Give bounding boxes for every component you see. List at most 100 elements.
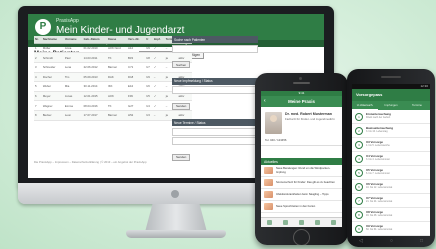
news-title: Neue Beratungen: Rund um die Windpocken-… xyxy=(276,167,331,174)
step-number-icon: 3 xyxy=(355,140,363,149)
tab-vaccinations[interactable]: Impfungen xyxy=(378,101,404,110)
apple-logo-icon xyxy=(171,190,179,198)
table-row[interactable]: 5WeberMia30.11.2014IKKE44U6✓–aktiv xyxy=(34,81,192,92)
table-cell: ✓ xyxy=(152,91,165,102)
table-row[interactable]: 3SchneiderLena22.06.2012BarmerC71U7✓–akt… xyxy=(34,62,192,73)
android-app-bar: Vorsorgepass xyxy=(352,89,430,101)
tab-appointments[interactable]: Termine xyxy=(404,101,430,110)
table-row[interactable]: 6 Meyer Jonas 12.01.2015 AOK F09 U5 ✓ ja aktiv xyxy=(34,91,192,102)
table-cell: D18 xyxy=(127,72,146,83)
checkup-item[interactable]: 3 U3 Vorsorge 4. bis 5. Lebenswoche xyxy=(352,138,430,152)
table-cell: 30.11.2014 xyxy=(82,81,107,92)
table-cell: Weber xyxy=(41,81,64,92)
appointments-box: Neue Termine / Status Senden xyxy=(172,119,258,163)
step-text: U4 Vorsorge 3. bis 4. Lebensmonat xyxy=(366,154,390,161)
column-header[interactable]: Geb.-Datum xyxy=(82,36,107,44)
app-logo: P xyxy=(35,19,51,35)
footer-text: Die PraxisApp – Impressum – Datenschutze… xyxy=(34,160,147,164)
checkup-item[interactable]: 7 U7 Vorsorge 21. bis 24. Lebensmonat xyxy=(352,194,430,208)
checkup-item[interactable]: 2 Basisuntersuchung 3. bis 10. Lebenstag xyxy=(352,124,430,138)
tab-home-icon[interactable] xyxy=(266,220,272,225)
home-button[interactable] xyxy=(293,229,310,245)
checkup-item[interactable]: 5 U5 Vorsorge 6. bis 7. Lebensmonat xyxy=(352,166,430,180)
search-button[interactable]: Suchen xyxy=(172,61,191,68)
column-header[interactable]: Vorname xyxy=(63,36,83,44)
app-title: Mein Kinder- und Jugendarzt xyxy=(56,25,185,36)
appointments-select[interactable] xyxy=(172,137,258,145)
recent-key-icon[interactable]: □ xyxy=(420,238,423,244)
table-cell: 12.01.2015 xyxy=(82,91,107,102)
table-cell: Lena xyxy=(63,62,83,73)
table-row[interactable]: 8 Becker Leon 17.07.2017 Barmer H52 U3– ja aktiv xyxy=(34,110,192,121)
column-header[interactable]: Nachname xyxy=(41,36,64,44)
step-description: 4. bis 5. Lebenswoche xyxy=(366,143,390,147)
table-cell: Becker xyxy=(41,110,64,121)
table-cell: Barmer xyxy=(106,62,128,73)
doctor-card[interactable]: Dr. med. Robert Musterman Facharzt für K… xyxy=(261,107,342,146)
table-cell: Fischer xyxy=(41,72,64,83)
monitor-foot xyxy=(126,230,226,238)
table-cell: U6 xyxy=(145,81,153,92)
tab-info-icon[interactable] xyxy=(315,220,321,225)
checkup-item[interactable]: 9 U9 Vorsorge 60. bis 64. Lebensmonat xyxy=(352,222,430,236)
column-header[interactable]: Vers.-Nr. xyxy=(127,36,146,44)
news-item[interactable]: Neue Beratungen: Rund um die Windpocken-… xyxy=(261,165,342,177)
table-cell: ✓ xyxy=(152,81,165,92)
step-description: 60. bis 64. Lebensmonat xyxy=(366,227,393,231)
step-description: 3. bis 10. Lebenstag xyxy=(366,129,388,133)
doctor-phone[interactable]: Tel. 040 / 123456 xyxy=(265,138,286,142)
step-description: 10. bis 12. Lebensmonat xyxy=(366,185,393,189)
checkup-item[interactable]: 1 Erstuntersuchung Direkt nach der Geburt xyxy=(352,110,430,124)
iphone-nav-title: Meine Praxis xyxy=(288,99,315,104)
checkup-item[interactable]: 6 U6 Vorsorge 10. bis 12. Lebensmonat xyxy=(352,180,430,194)
step-description: 3. bis 4. Lebensmonat xyxy=(366,157,390,161)
speaker xyxy=(381,76,401,78)
back-icon[interactable]: ‹ xyxy=(264,96,266,107)
back-key-icon[interactable]: ◁ xyxy=(359,238,363,244)
news-thumbnail xyxy=(264,191,273,198)
news-item[interactable]: Neue Sprechzeiten in den Ferien xyxy=(261,201,342,213)
news-title: Infektionskrankheiten beim Säugling – Ti… xyxy=(276,192,329,196)
vaccination-input[interactable] xyxy=(172,86,258,94)
table-cell: Meyer xyxy=(41,91,64,102)
step-text: Basisuntersuchung 3. bis 10. Lebenstag xyxy=(366,126,393,133)
monitor-stand xyxy=(145,204,207,232)
column-header[interactable]: Impf. xyxy=(152,36,165,44)
table-row[interactable]: 4FischerTim05.09.2013DAKD18U9–jaaktiv xyxy=(34,72,192,83)
step-number-icon: 4 xyxy=(355,154,363,163)
checkup-item[interactable]: 4 U4 Vorsorge 3. bis 4. Lebensmonat xyxy=(352,152,430,166)
table-row[interactable]: 2 Schmidt Paul 14.03.2011 TK B33 U8 ✓ ja aktiv xyxy=(34,52,192,63)
column-header[interactable]: Kasse xyxy=(106,36,128,44)
table-cell: Schneider xyxy=(41,62,64,73)
checkup-item[interactable]: 8 U8 Vorsorge 46. bis 48. Lebensmonat xyxy=(352,208,430,222)
step-description: Direkt nach der Geburt xyxy=(366,115,391,119)
table-cell: Tim xyxy=(63,72,83,83)
table-cell: Wagner xyxy=(41,100,64,111)
step-text: U8 Vorsorge 46. bis 48. Lebensmonat xyxy=(366,210,392,217)
tab-vaccination-icon[interactable] xyxy=(298,220,304,225)
table-row[interactable]: 1MüllerAnna01.02.2010AOK NordA12U9✓–akti… xyxy=(34,43,192,54)
tab-more-icon[interactable] xyxy=(331,220,337,225)
news-item[interactable]: Infektionskrankheiten beim Säugling – Ti… xyxy=(261,189,342,201)
step-text: Erstuntersuchung Direkt nach der Geburt xyxy=(366,112,391,119)
search-input[interactable] xyxy=(172,44,258,53)
tab-checkups[interactable]: U-Untersuch. xyxy=(352,101,378,110)
step-description: 6. bis 7. Lebensmonat xyxy=(366,171,390,175)
appointments-input[interactable] xyxy=(172,127,258,136)
table-row[interactable]: 7WagnerEmma08.04.2016TKG27U4✓–neu xyxy=(34,100,192,111)
table-cell: U8 xyxy=(145,52,153,63)
column-header[interactable]: Nr. xyxy=(34,36,42,44)
news-item[interactable]: Sonnenschutz für Kinder: Das gilt es zu … xyxy=(261,177,342,189)
news-thumbnail xyxy=(264,179,273,186)
news-title: Sonnenschutz für Kinder: Das gilt es zu … xyxy=(276,180,335,184)
table-cell: AOK xyxy=(106,91,128,102)
table-cell: Barmer xyxy=(106,110,128,121)
checkup-list: 1 Erstuntersuchung Direkt nach der Geburt 2… xyxy=(352,110,430,236)
appointments-send-button[interactable]: Senden xyxy=(172,153,191,161)
tab-calendar-icon[interactable] xyxy=(282,220,288,225)
news-thumbnail xyxy=(264,167,273,174)
column-header[interactable]: U xyxy=(145,36,153,44)
home-key-icon[interactable]: ○ xyxy=(390,238,393,244)
vaccination-send-button[interactable]: Senden xyxy=(172,102,191,110)
step-text: U5 Vorsorge 6. bis 7. Lebensmonat xyxy=(366,168,390,175)
